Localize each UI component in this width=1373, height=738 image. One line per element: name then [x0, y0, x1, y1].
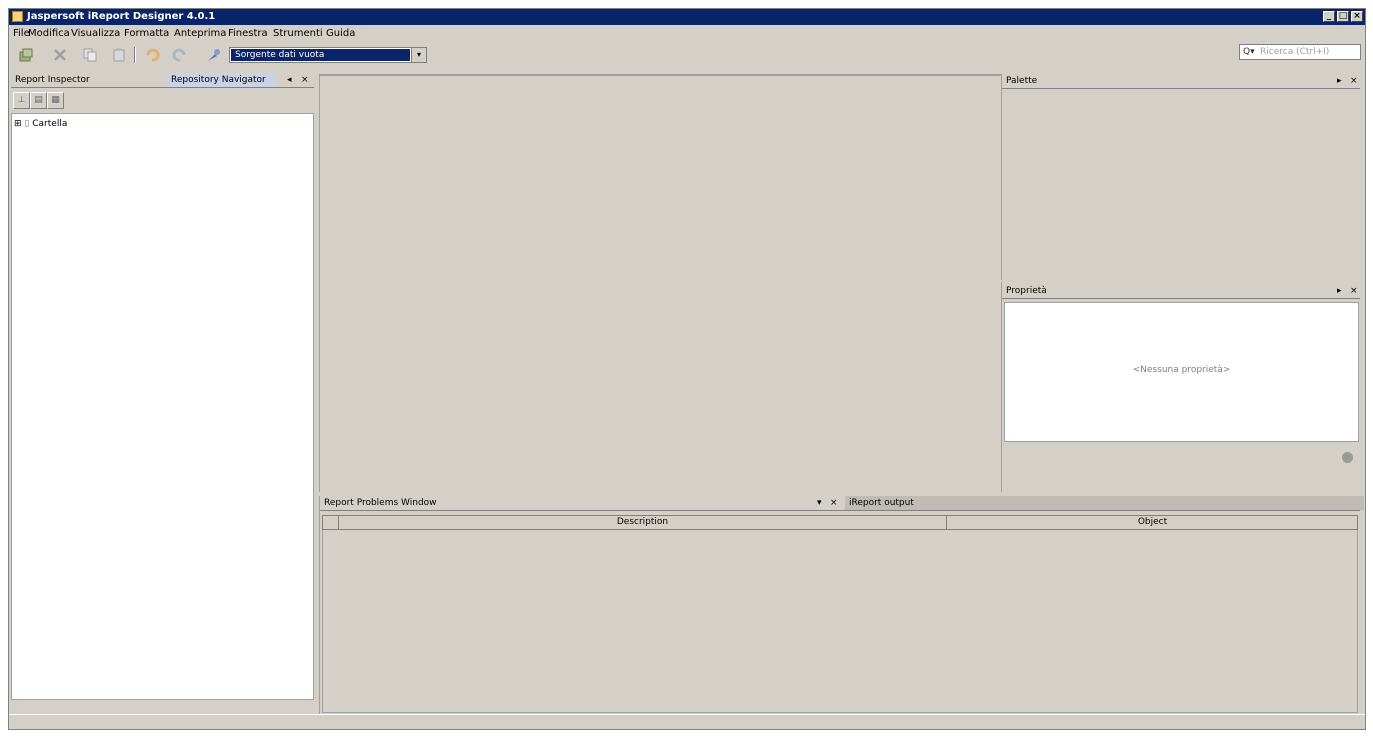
chevron-down-icon[interactable]: ▾ — [411, 48, 426, 62]
paste-icon[interactable] — [110, 46, 128, 64]
properties-empty-text: <Nessuna proprietà> — [1132, 365, 1231, 375]
app-icon — [12, 11, 23, 22]
cut-icon[interactable] — [51, 46, 69, 64]
tree-item[interactable]: ⊞ ▯ Cartella — [14, 118, 67, 130]
problems-table-header: Description Object — [322, 515, 1358, 530]
search-icon: Q▾ — [1243, 47, 1255, 57]
toolbar-separator — [134, 47, 136, 63]
properties-sheet: <Nessuna proprietà> — [1004, 302, 1359, 442]
menu-guida[interactable]: Guida — [326, 28, 355, 39]
editor-area[interactable] — [319, 74, 1001, 492]
add-file-icon[interactable]: ▤ — [30, 92, 47, 109]
properties-panel: Proprietà ▸ × <Nessuna proprietà> — [1001, 282, 1361, 492]
problems-table-body — [322, 530, 1358, 713]
expand-icon[interactable]: ⊞ — [14, 119, 22, 129]
minimize-panel-icon[interactable]: ▸ — [1337, 74, 1342, 88]
menu-bar: File Modifica Visualizza Formatta Antepr… — [9, 25, 1365, 42]
undo-icon[interactable] — [143, 46, 161, 64]
minimize-button[interactable]: _ — [1323, 11, 1335, 22]
toolbar: Sorgente dati vuota ▾ Q▾ Ricerca (Ctrl+I… — [9, 42, 1365, 68]
tab-repository-navigator[interactable]: Repository Navigator — [167, 73, 276, 87]
datasource-icon[interactable] — [205, 46, 223, 64]
menu-visualizza[interactable]: Visualizza — [71, 28, 120, 39]
tab-report-inspector[interactable]: Report Inspector — [11, 73, 165, 87]
help-icon[interactable] — [1342, 452, 1353, 463]
copy-icon[interactable] — [81, 46, 99, 64]
close-panel-icon[interactable]: × — [830, 496, 838, 510]
menu-modifica[interactable]: Modifica — [28, 28, 70, 39]
close-button[interactable]: × — [1351, 11, 1363, 22]
bottom-panel-header: Report Problems Window ▾ × iReport outpu… — [320, 496, 1364, 511]
minimize-panel-icon[interactable]: ▸ — [1337, 284, 1342, 298]
datasource-value: Sorgente dati vuota — [231, 49, 410, 61]
left-panel: Report Inspector Repository Navigator ◂ … — [9, 69, 317, 715]
search-placeholder: Ricerca (Ctrl+I) — [1260, 47, 1330, 57]
status-bar — [9, 714, 1365, 729]
menu-strumenti[interactable]: Strumenti — [273, 28, 323, 39]
add-folder-icon[interactable]: ⊥ — [13, 92, 30, 109]
search-input[interactable]: Q▾ Ricerca (Ctrl+I) — [1239, 44, 1361, 60]
column-header-object[interactable]: Object — [947, 516, 1358, 529]
column-header-description[interactable]: Description — [339, 516, 947, 529]
datasource-select[interactable]: Sorgente dati vuota ▾ — [229, 47, 427, 63]
bottom-panel: Report Problems Window ▾ × iReport outpu… — [319, 496, 1364, 715]
tab-report-problems[interactable]: Report Problems Window — [320, 496, 814, 510]
properties-title: Proprietà — [1006, 286, 1047, 296]
open-icon[interactable] — [17, 46, 35, 64]
title-bar[interactable]: Jaspersoft iReport Designer 4.0.1 _ □ × — [9, 9, 1365, 25]
minimize-panel-icon[interactable]: ▾ — [817, 496, 822, 510]
left-panel-header: Report Inspector Repository Navigator ◂ … — [11, 73, 314, 88]
menu-finestra[interactable]: Finestra — [228, 28, 268, 39]
tree-item-label: Cartella — [32, 119, 68, 129]
close-panel-icon[interactable]: × — [301, 73, 309, 87]
palette-header: Palette ▸ × — [1002, 74, 1360, 89]
palette-panel: Palette ▸ × — [1001, 74, 1361, 280]
close-panel-icon[interactable]: × — [1350, 284, 1358, 298]
menu-formatta[interactable]: Formatta — [124, 28, 169, 39]
palette-title: Palette — [1006, 76, 1038, 86]
redo-icon[interactable] — [171, 46, 189, 64]
menu-anteprima[interactable]: Anteprima — [174, 28, 226, 39]
maximize-button[interactable]: □ — [1337, 11, 1349, 22]
properties-header: Proprietà ▸ × — [1002, 284, 1360, 299]
close-panel-icon[interactable]: × — [1350, 74, 1358, 88]
main-window: Jaspersoft iReport Designer 4.0.1 _ □ × … — [8, 8, 1366, 730]
minimize-panel-icon[interactable]: ◂ — [287, 73, 292, 87]
properties-icon[interactable]: ▦ — [47, 92, 64, 109]
repository-tree: ⊞ ▯ Cartella — [11, 113, 314, 700]
folder-icon: ▯ — [24, 119, 30, 129]
window-title: Jaspersoft iReport Designer 4.0.1 — [27, 11, 216, 22]
column-header-blank[interactable] — [323, 516, 339, 529]
tab-ireport-output[interactable]: iReport output — [845, 496, 1364, 510]
